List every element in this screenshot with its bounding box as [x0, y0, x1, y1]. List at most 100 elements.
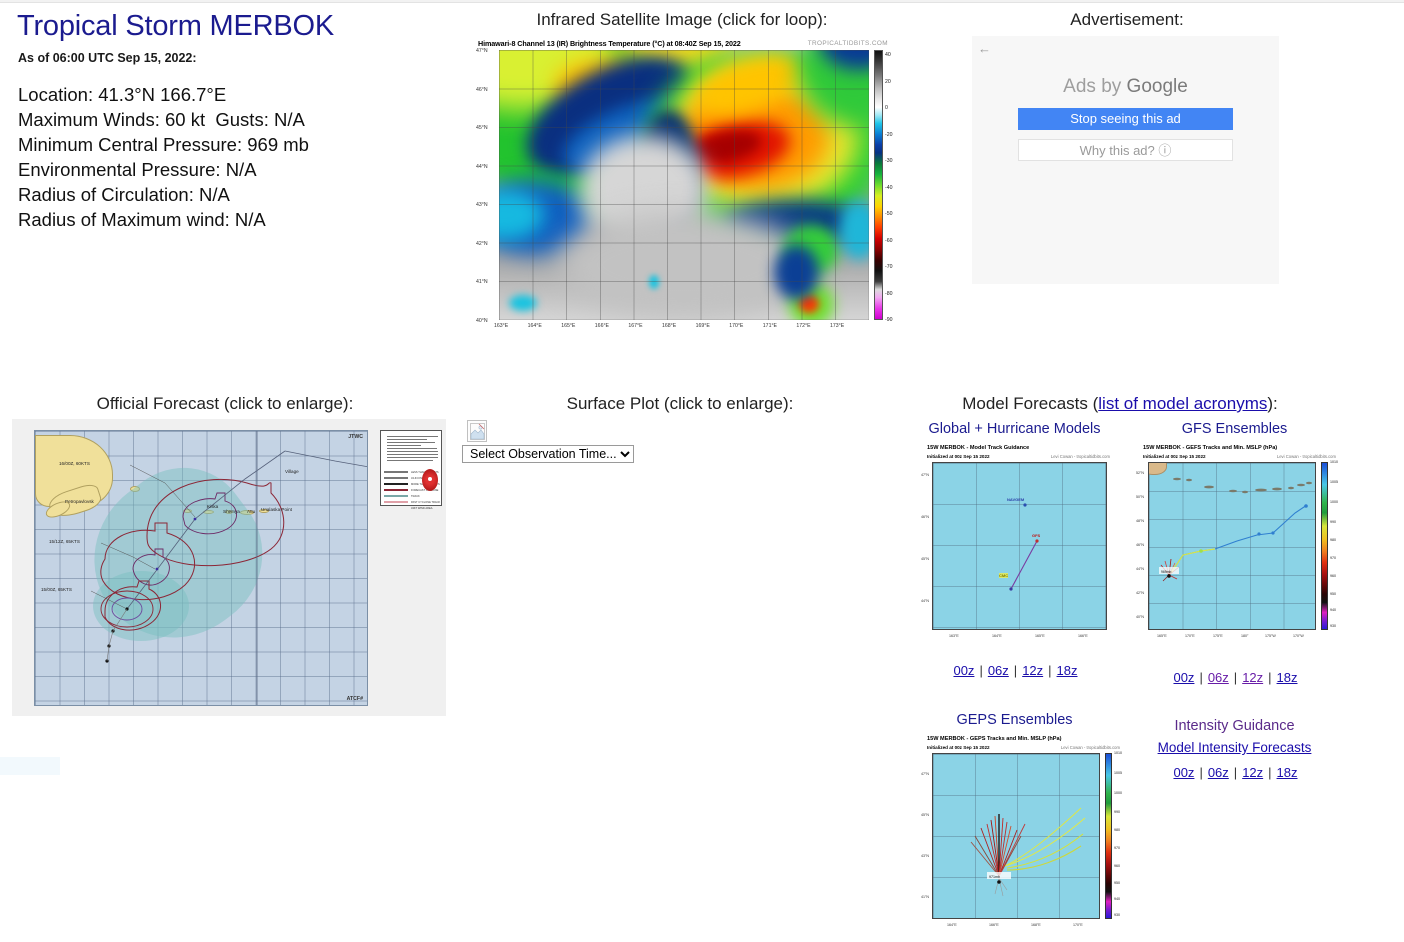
- gefs-map-area: 969mb: [1148, 462, 1316, 630]
- time-link-06z[interactable]: 06z: [1208, 765, 1229, 780]
- satellite-plot-area: [499, 50, 869, 320]
- gefs-cbar-990: 990: [1330, 520, 1336, 524]
- gefs-lat-tick-4: 44°N: [1136, 567, 1144, 571]
- time-link-00z[interactable]: 00z: [1173, 765, 1194, 780]
- storm-location: Location: 41.3°N 166.7°E: [18, 82, 309, 107]
- satellite-colorbar: [874, 50, 883, 320]
- broken-image-icon[interactable]: [467, 420, 487, 442]
- satellite-lat-tick-2: 45°N: [476, 125, 488, 131]
- time-link-18z[interactable]: 18z: [1057, 663, 1078, 678]
- satellite-lon-tick-10: 173°E: [830, 323, 844, 329]
- gefs-image-init: Initialized at 00z Sep 15 2022: [1143, 454, 1206, 459]
- model-image-init: Initialized at 00z Sep 15 2022: [927, 454, 990, 459]
- model-image-title: 15W MERBOK - Model Track Guidance: [927, 445, 1029, 451]
- time-links-gfs: 00z|06z|12z|18z: [1128, 670, 1343, 685]
- google-brand-text: Google: [1127, 76, 1188, 97]
- satellite-lon-tick-5: 168°E: [662, 323, 676, 329]
- geps-cbar-950: 950: [1114, 881, 1120, 885]
- gefs-lon-tick-1: 170°E: [1185, 634, 1195, 638]
- model-intensity-forecasts-link[interactable]: Model Intensity Forecasts: [1158, 740, 1312, 755]
- geps-lon-tick-0: 164°E: [947, 923, 957, 927]
- official-forecast-map[interactable]: 16/00Z, 60KTS 15/12Z, 65KTS 15/00Z, 65KT…: [12, 419, 446, 716]
- model-lat-tick-2: 45°N: [921, 557, 929, 561]
- gefs-cbar-930: 930: [1330, 624, 1336, 628]
- model-lon-tick-3: 166°E: [1078, 634, 1088, 638]
- satellite-lat-tick-3: 44°N: [476, 164, 488, 170]
- forecast-legend-box: LESS THAN 34 KNOTS34-63 KNOTSMORE THAN 6…: [380, 430, 442, 506]
- time-link-12z[interactable]: 12z: [1242, 765, 1263, 780]
- gefs-lat-tick-2: 48°N: [1136, 519, 1144, 523]
- gefs-cbar-1010: 1010: [1330, 460, 1338, 464]
- gefs-lat-tick-3: 46°N: [1136, 543, 1144, 547]
- infrared-satellite-image[interactable]: Himawari-8 Channel 13 (IR) Brightness Te…: [472, 36, 892, 336]
- model-map-area: NAVGEM GFS CMC: [932, 462, 1107, 630]
- time-link-18z[interactable]: 18z: [1277, 765, 1298, 780]
- time-link-12z[interactable]: 12z: [1022, 663, 1043, 678]
- model-acronyms-link[interactable]: list of model acronyms: [1098, 394, 1267, 413]
- model-label-navgem: NAVGEM: [1007, 497, 1024, 502]
- page-title: Tropical Storm MERBOK: [17, 10, 334, 43]
- geps-cbar-1000: 1000: [1114, 791, 1122, 795]
- geps-cbar-980: 980: [1114, 828, 1120, 832]
- panel-title-geps-ensembles: GEPS Ensembles: [908, 712, 1121, 728]
- storm-min-pressure: Minimum Central Pressure: 969 mb: [18, 132, 309, 157]
- satellite-lon-tick-9: 172°E: [796, 323, 810, 329]
- geps-cbar-940: 940: [1114, 897, 1120, 901]
- satellite-colorbar-tick-6: -50: [885, 211, 893, 217]
- model-label-gfs: GFS: [1032, 533, 1040, 538]
- geps-tracks-image[interactable]: 15W MERBOK - GEPS Tracks and Min. MSLP (…: [919, 734, 1124, 934]
- satellite-lat-tick-4: 43°N: [476, 202, 488, 208]
- why-this-ad-button[interactable]: Why this ad? ⓘ: [1018, 139, 1233, 161]
- satellite-colorbar-tick-0: 40: [885, 52, 891, 58]
- time-link-06z[interactable]: 06z: [988, 663, 1009, 678]
- satellite-colorbar-tick-9: -80: [885, 291, 893, 297]
- forecast-place-shemya: Shemya: [223, 509, 240, 514]
- geps-image-credit: Levi Cowan - tropicaltidbits.com: [1061, 745, 1120, 750]
- geps-cbar-1010: 1010: [1114, 751, 1122, 755]
- forecast-annotation-0: 16/00Z, 60KTS: [59, 461, 90, 466]
- panel-title-global-hurricane: Global + Hurricane Models: [908, 421, 1121, 437]
- gefs-lat-tick-0: 52°N: [1136, 471, 1144, 475]
- storm-env-pressure: Environmental Pressure: N/A: [18, 157, 309, 182]
- time-link-18z[interactable]: 18z: [1277, 670, 1298, 685]
- forecast-annotation-2: 15/00Z, 65KTS: [41, 587, 72, 592]
- forecast-section-header: Official Forecast (click to enlarge):: [5, 394, 445, 414]
- time-link-06z[interactable]: 06z: [1208, 670, 1229, 685]
- model-lat-tick-0: 47°N: [921, 473, 929, 477]
- time-link-00z[interactable]: 00z: [953, 663, 974, 678]
- model-lat-tick-3: 44°N: [921, 599, 929, 603]
- satellite-colorbar-tick-7: -60: [885, 238, 893, 244]
- geps-lon-tick-3: 170°E: [1073, 923, 1083, 927]
- gefs-lon-tick-2: 175°E: [1213, 634, 1223, 638]
- gefs-lat-tick-5: 42°N: [1136, 591, 1144, 595]
- satellite-colorbar-tick-4: -30: [885, 158, 893, 164]
- satellite-lon-tick-0: 163°E: [494, 323, 508, 329]
- satellite-lon-tick-1: 164°E: [528, 323, 542, 329]
- panel-title-intensity-guidance: Intensity Guidance: [1128, 718, 1341, 734]
- geps-cbar-990: 990: [1114, 810, 1120, 814]
- model-lat-tick-1: 46°N: [921, 515, 929, 519]
- satellite-credit: TROPICALTIDBITS.COM: [808, 40, 888, 47]
- satellite-lon-tick-2: 165°E: [561, 323, 575, 329]
- geps-lat-tick-0: 47°N: [921, 772, 929, 776]
- gefs-lon-tick-0: 165°E: [1157, 634, 1167, 638]
- back-arrow-icon[interactable]: ←: [978, 41, 991, 56]
- time-link-00z[interactable]: 00z: [1173, 670, 1194, 685]
- model-track-guidance-image[interactable]: 15W MERBOK - Model Track Guidance Initia…: [919, 443, 1114, 645]
- satellite-colorbar-tick-1: 20: [885, 79, 891, 85]
- model-lon-tick-0: 163°E: [949, 634, 959, 638]
- advertisement-container[interactable]: ← Ads by Google Stop seeing this ad Why …: [972, 36, 1279, 284]
- advertisement-section-header: Advertisement:: [962, 10, 1292, 30]
- gefs-lon-tick-4: 175°W: [1265, 634, 1276, 638]
- stop-seeing-ad-button[interactable]: Stop seeing this ad: [1018, 108, 1233, 130]
- satellite-image-title: Himawari-8 Channel 13 (IR) Brightness Te…: [478, 39, 741, 48]
- storm-max-winds: Maximum Winds: 60 kt Gusts: N/A: [18, 107, 309, 132]
- observation-time-select[interactable]: Select Observation Time...: [462, 445, 634, 463]
- gefs-lat-tick-6: 40°N: [1136, 615, 1144, 619]
- time-link-12z[interactable]: 12z: [1242, 670, 1263, 685]
- gefs-tracks-image[interactable]: 15W MERBOK - GEFS Tracks and Min. MSLP (…: [1135, 443, 1340, 645]
- satellite-colorbar-tick-8: -70: [885, 264, 893, 270]
- geps-lat-tick-1: 45°N: [921, 813, 929, 817]
- gefs-cbar-960: 960: [1330, 574, 1336, 578]
- time-links-intensity: 00z|06z|12z|18z: [1128, 765, 1343, 780]
